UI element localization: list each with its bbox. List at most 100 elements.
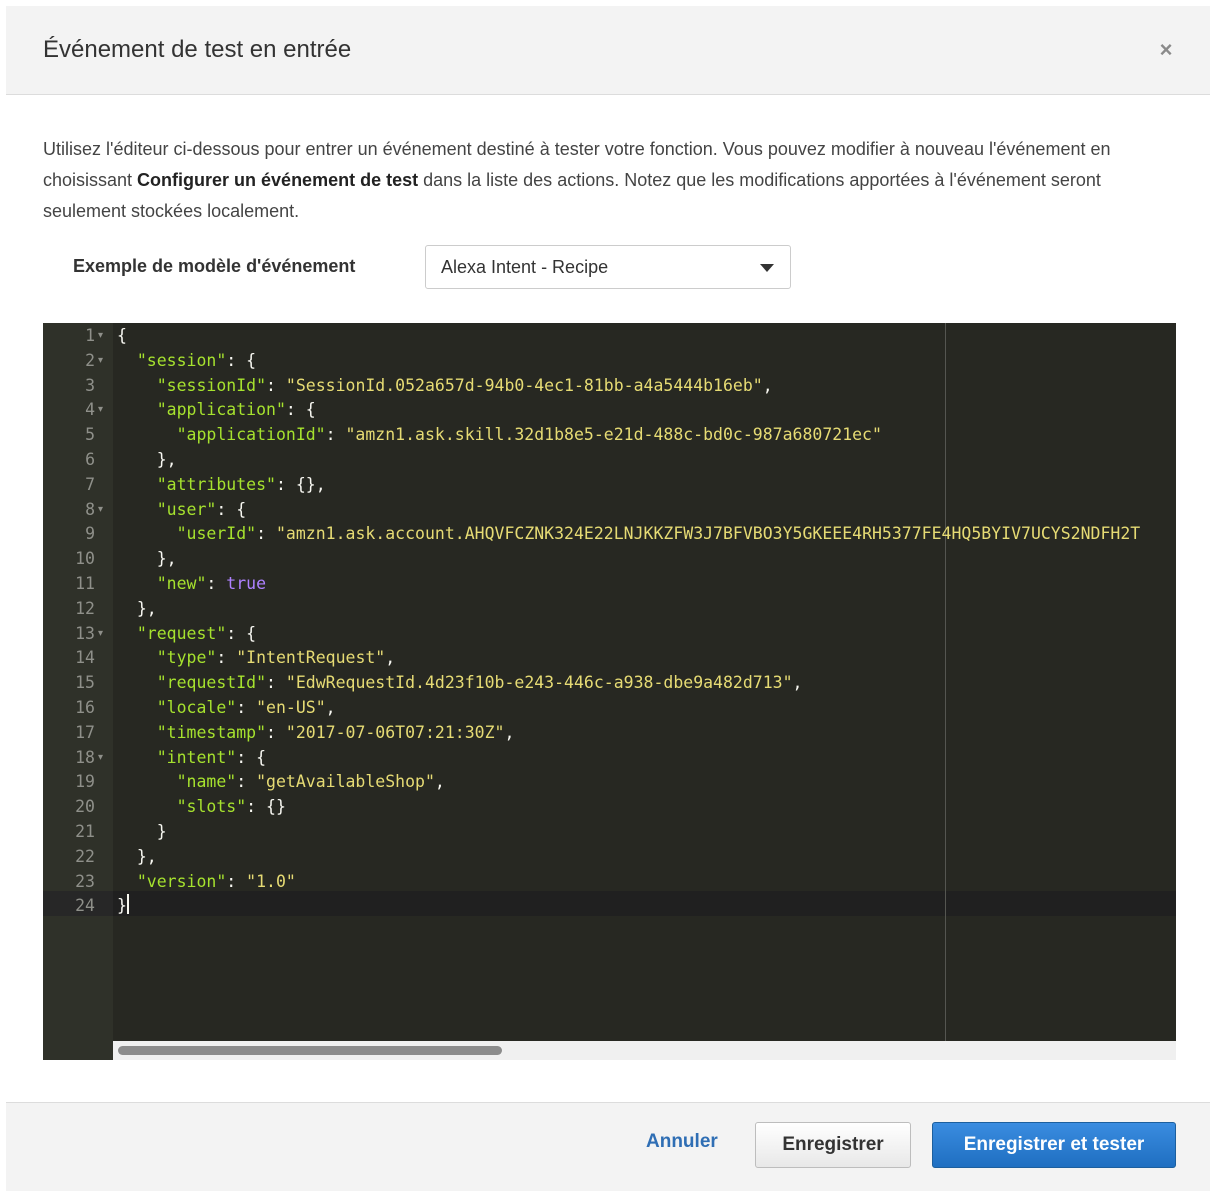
description-bold-text: Configurer un événement de test xyxy=(137,170,419,190)
line-number: 2 xyxy=(85,350,95,370)
template-select[interactable]: Alexa Intent - Recipe xyxy=(425,245,791,289)
code-token: : xyxy=(206,574,227,593)
line-number: 18 xyxy=(75,747,95,767)
template-label: Exemple de modèle d'événement xyxy=(73,256,356,276)
code-token: , xyxy=(792,673,803,693)
code-token: , xyxy=(385,648,396,668)
line-number: 17 xyxy=(75,722,95,742)
line-number: 16 xyxy=(75,698,95,717)
editor-gutter: 1 ▾ 2 ▾ 3 4 ▾ 5 6 7 8 ▾ 9 10 11 12 13 ▾ 14 15 16 17 18 ▾ 19 20 21 2… xyxy=(43,323,113,1060)
code-token: : xyxy=(216,648,237,668)
fold-arrow-icon[interactable]: ▾ xyxy=(98,323,103,348)
line-number: 3 xyxy=(85,375,95,395)
code-line: "timestamp": "2017-07-06T07:21:30Z", xyxy=(117,720,515,745)
code-line: "new": true xyxy=(117,571,266,596)
caret-down-icon xyxy=(760,264,774,272)
code-line: "slots": {} xyxy=(117,794,286,819)
fold-arrow-icon[interactable]: ▾ xyxy=(98,497,103,522)
code-line: "type": "IntentRequest", xyxy=(117,645,395,670)
code-token: : { xyxy=(236,747,267,767)
code-token: : {}, xyxy=(275,474,326,494)
line-number: 12 xyxy=(75,598,95,618)
code-token: }, xyxy=(117,846,157,866)
fold-arrow-icon[interactable]: ▾ xyxy=(98,348,103,373)
code-editor[interactable]: 1 ▾ 2 ▾ 3 4 ▾ 5 6 7 8 ▾ 9 10 11 12 13 ▾ 14 15 16 17 18 ▾ 19 20 21 2… xyxy=(43,323,1176,1060)
code-token: "user" xyxy=(156,499,217,519)
code-line: "request": { xyxy=(117,621,256,646)
code-token: "sessionId" xyxy=(156,375,267,395)
code-token: }, xyxy=(117,549,177,569)
test-event-modal: Événement de test en entrée × Utilisez l… xyxy=(6,6,1210,1191)
code-token: "SessionId.052a657d-94b0-4ec1-81bb-a4a54… xyxy=(285,375,763,395)
code-token: "en-US" xyxy=(256,698,326,717)
code-line: "sessionId": "SessionId.052a657d-94b0-4e… xyxy=(117,373,773,398)
line-number: 10 xyxy=(75,549,95,569)
line-number: 14 xyxy=(75,648,95,668)
code-line: "intent": { xyxy=(117,745,266,770)
code-line: "user": { xyxy=(117,497,246,522)
code-token: "version" xyxy=(136,871,227,891)
code-token: "application" xyxy=(156,400,286,420)
line-number: 20 xyxy=(75,797,95,817)
text-cursor xyxy=(127,894,129,914)
code-token: , xyxy=(504,722,515,742)
code-token: "timestamp" xyxy=(156,722,267,742)
code-token: "type" xyxy=(156,648,217,668)
active-line-highlight xyxy=(113,891,1176,916)
close-icon[interactable]: × xyxy=(1154,38,1178,62)
code-line: "name": "getAvailableShop", xyxy=(117,769,445,794)
save-and-test-button[interactable]: Enregistrer et tester xyxy=(932,1122,1176,1168)
code-token: : xyxy=(236,698,257,717)
code-token: "locale" xyxy=(156,698,237,717)
fold-arrow-icon[interactable]: ▾ xyxy=(98,745,103,770)
code-line: "locale": "en-US", xyxy=(117,695,336,720)
code-token: "amzn1.ask.account.AHQVFCZNK324E22LNJKKZ… xyxy=(275,524,1141,544)
code-line: }, xyxy=(117,596,157,621)
code-token: : xyxy=(266,375,286,395)
editor-code-area[interactable]: { "session": { "sessionId": "SessionId.0… xyxy=(113,323,1176,1060)
code-token: { xyxy=(117,326,127,345)
modal-description: Utilisez l'éditeur ci-dessous pour entre… xyxy=(43,134,1163,227)
code-token: "2017-07-06T07:21:30Z" xyxy=(285,722,505,742)
code-token: , xyxy=(325,698,336,717)
line-number: 11 xyxy=(75,574,95,593)
code-line: }, xyxy=(117,447,177,472)
modal-header: Événement de test en entrée × xyxy=(6,6,1210,95)
code-line: }, xyxy=(117,546,177,571)
cancel-button[interactable]: Annuler xyxy=(646,1131,718,1153)
line-number: 21 xyxy=(75,822,95,841)
code-token: true xyxy=(226,574,267,593)
code-token: "slots" xyxy=(176,797,247,817)
code-line: }, xyxy=(117,844,157,869)
line-number: 7 xyxy=(85,474,95,494)
fold-arrow-icon[interactable]: ▾ xyxy=(98,621,103,646)
code-line: "requestId": "EdwRequestId.4d23f10b-e243… xyxy=(117,670,803,695)
horizontal-scrollbar-thumb[interactable] xyxy=(118,1046,502,1055)
code-token: : { xyxy=(216,499,247,519)
line-number: 6 xyxy=(85,450,95,469)
fold-arrow-icon[interactable]: ▾ xyxy=(98,397,103,422)
code-line: "application": { xyxy=(117,397,316,422)
code-token: "attributes" xyxy=(156,474,276,494)
code-token: , xyxy=(434,772,445,792)
code-line: "applicationId": "amzn1.ask.skill.32d1b8… xyxy=(117,422,882,447)
code-line: "userId": "amzn1.ask.account.AHQVFCZNK32… xyxy=(117,521,1141,546)
code-token: } xyxy=(117,896,127,916)
code-token: : xyxy=(226,871,247,891)
line-number: 22 xyxy=(75,846,95,866)
line-number: 13 xyxy=(75,623,95,643)
code-token: "intent" xyxy=(156,747,237,767)
line-number: 23 xyxy=(75,871,95,891)
save-button[interactable]: Enregistrer xyxy=(755,1122,911,1168)
code-token: : xyxy=(266,722,286,742)
